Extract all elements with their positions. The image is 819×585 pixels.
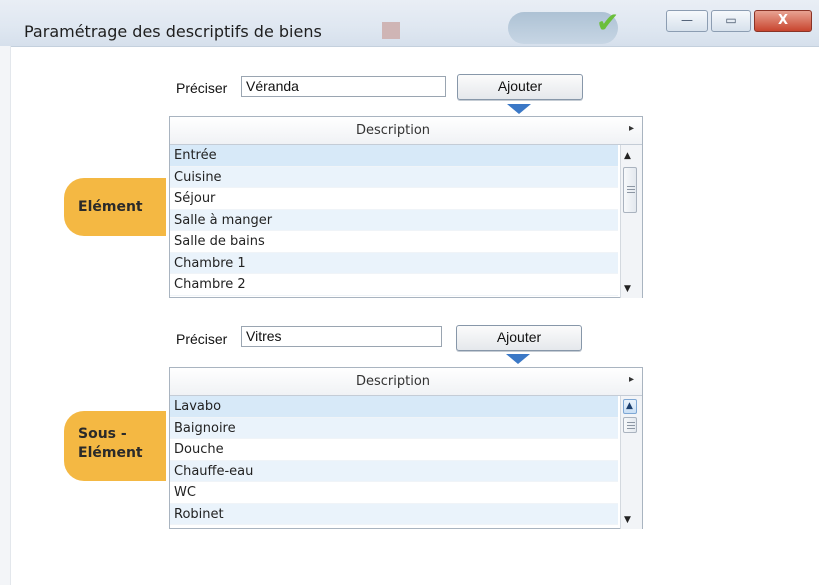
title-bar[interactable]: Paramétrage des descriptifs de biens ✔ —… — [0, 0, 819, 47]
sous-element-grid[interactable]: Description ▸ Lavabo Baignoire Douche Ch… — [169, 367, 643, 529]
list-item[interactable]: Robinet — [170, 503, 618, 525]
triangle-right-icon[interactable]: ▸ — [629, 374, 634, 385]
arrow-up-icon[interactable]: ▲ — [624, 151, 631, 161]
list-item[interactable]: Salle de bains — [170, 231, 618, 253]
sous-element-grid-body: Lavabo Baignoire Douche Chauffe-eau WC R… — [170, 396, 642, 529]
sous-element-add-arrow-icon — [506, 354, 530, 364]
close-button[interactable]: X — [754, 10, 812, 32]
grip-line — [627, 186, 635, 187]
sous-element-tag: Sous - Elément — [64, 411, 166, 481]
arrow-down-icon[interactable]: ▼ — [624, 515, 631, 525]
sous-element-add-button[interactable]: Ajouter — [456, 325, 582, 351]
list-item[interactable]: Chambre 1 — [170, 252, 618, 274]
sous-element-scroll-thumb[interactable] — [623, 417, 637, 433]
sous-element-scrollbar[interactable]: ▲ ▼ — [620, 396, 642, 529]
window-left-edge — [0, 46, 11, 585]
triangle-right-icon[interactable]: ▸ — [629, 123, 634, 134]
maximize-button[interactable]: ▭ — [711, 10, 751, 32]
title-square-icon — [382, 22, 400, 39]
element-add-arrow-icon — [507, 104, 531, 114]
grip-line — [627, 428, 635, 429]
sous-element-grid-header-label: Description — [355, 374, 431, 389]
sous-element-scroll-up[interactable]: ▲ — [623, 399, 637, 414]
element-grid-header-label: Description — [355, 123, 431, 138]
list-item[interactable]: Salle à manger — [170, 209, 618, 231]
element-grid-header[interactable]: Description ▸ — [170, 117, 642, 145]
list-item[interactable]: Cuisine — [170, 166, 618, 188]
element-add-button[interactable]: Ajouter — [457, 74, 583, 100]
grip-line — [627, 192, 635, 193]
list-item[interactable]: Chauffe-eau — [170, 460, 618, 482]
element-grid[interactable]: Description ▸ Entrée Cuisine Séjour Sall… — [169, 116, 643, 298]
arrow-down-icon[interactable]: ▼ — [624, 284, 631, 294]
sous-element-tag-line2: Elément — [78, 445, 143, 461]
window-title: Paramétrage des descriptifs de biens — [24, 22, 322, 41]
element-field-label: Préciser — [176, 80, 228, 96]
list-item[interactable]: Entrée — [170, 145, 618, 167]
arrow-up-icon[interactable]: ▲ — [626, 401, 633, 411]
list-item[interactable]: Séjour — [170, 188, 618, 210]
grip-line — [627, 425, 635, 426]
sous-element-grid-header[interactable]: Description ▸ — [170, 368, 642, 396]
list-item[interactable]: Chambre 2 — [170, 274, 618, 296]
minimize-button[interactable]: — — [666, 10, 708, 32]
sous-element-input[interactable]: Vitres — [241, 326, 442, 347]
list-item[interactable]: WC — [170, 482, 618, 504]
list-item[interactable]: Baignoire — [170, 417, 618, 439]
checkmark-icon: ✔ — [596, 6, 620, 39]
element-scroll-thumb[interactable] — [623, 167, 637, 213]
element-scrollbar[interactable]: ▲ ▼ — [620, 145, 642, 298]
sous-element-field-label: Préciser — [176, 331, 228, 347]
grip-line — [627, 422, 635, 423]
element-grid-body: Entrée Cuisine Séjour Salle à manger Sal… — [170, 145, 642, 298]
sous-element-tag-line1: Sous - — [78, 426, 127, 442]
list-item[interactable]: Douche — [170, 439, 618, 461]
element-tag: Elément — [64, 178, 166, 236]
element-input[interactable]: Véranda — [241, 76, 446, 97]
list-item[interactable]: Lavabo — [170, 396, 618, 418]
grip-line — [627, 189, 635, 190]
